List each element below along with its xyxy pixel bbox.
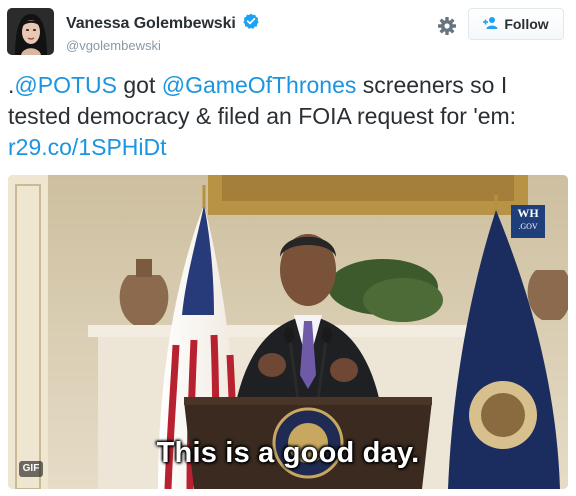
- gif-caption: This is a good day.: [156, 437, 420, 469]
- whitehouse-logo: WH .GOV: [511, 205, 545, 238]
- verified-badge-icon: [243, 13, 259, 34]
- follow-button[interactable]: Follow: [468, 8, 564, 40]
- logo-line1: WH: [517, 206, 539, 220]
- gif-media[interactable]: WH .GOV This is a good day. GIF: [8, 175, 568, 489]
- display-name[interactable]: Vanessa Golembewski: [66, 15, 236, 33]
- author-block[interactable]: Vanessa Golembewski @vgolembewski: [66, 13, 259, 53]
- short-url-link[interactable]: r29.co/1SPHiDt: [8, 134, 167, 160]
- tweet-header: Vanessa Golembewski @vgolembewski Follow: [0, 0, 576, 62]
- gear-icon[interactable]: [436, 15, 458, 37]
- avatar[interactable]: [7, 8, 54, 55]
- mention-potus-link[interactable]: @POTUS: [14, 72, 117, 98]
- gif-badge: GIF: [19, 461, 43, 477]
- tweet-text-segment: got: [116, 72, 162, 98]
- add-user-icon: [483, 16, 499, 33]
- mention-gameofthrones-link[interactable]: @GameOfThrones: [162, 72, 357, 98]
- follow-label: Follow: [504, 16, 549, 32]
- tweet-text: .@POTUS got @GameOfThrones screeners so …: [8, 70, 568, 163]
- handle[interactable]: @vgolembewski: [66, 38, 259, 53]
- logo-line2: .GOV: [518, 222, 538, 231]
